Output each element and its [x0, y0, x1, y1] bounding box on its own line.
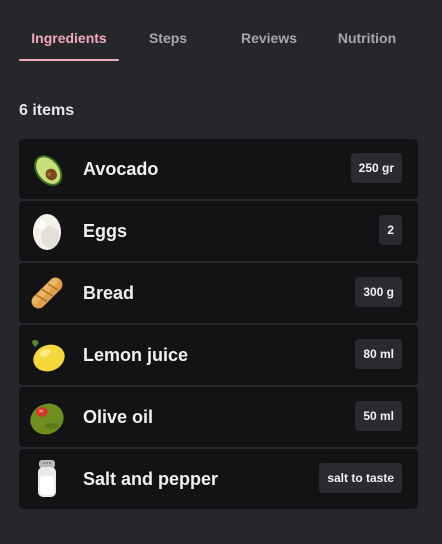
ingredient-row-eggs[interactable]: Eggs 2: [19, 201, 418, 261]
ingredient-row-salt-and-pepper[interactable]: Salt and pepper salt to taste: [19, 449, 418, 509]
tab-nutrition[interactable]: Nutrition: [325, 30, 409, 46]
item-count: 6 items: [19, 102, 75, 119]
tab-steps[interactable]: Steps: [128, 30, 208, 46]
ingredient-row-olive-oil[interactable]: Olive oil 50 ml: [19, 387, 418, 447]
quantity-badge: 2: [379, 215, 402, 245]
active-tab-indicator: [19, 59, 119, 61]
ingredient-row-avocado[interactable]: Avocado 250 gr: [19, 139, 418, 199]
ingredient-name: Avocado: [83, 159, 159, 179]
ingredient-name: Bread: [83, 283, 135, 303]
quantity-badge: 50 ml: [355, 401, 402, 431]
ingredient-row-lemon-juice[interactable]: Lemon juice 80 ml: [19, 325, 418, 385]
quantity-badge: 300 g: [355, 277, 402, 307]
ingredient-row-bread[interactable]: Bread 300 g: [19, 263, 418, 323]
olive-icon: [30, 403, 64, 435]
ingredient-name: Lemon juice: [83, 345, 189, 365]
quantity-badge: 250 gr: [350, 153, 402, 183]
lemon-icon: [32, 339, 65, 372]
avocado-icon: [34, 155, 63, 186]
tab-reviews[interactable]: Reviews: [228, 30, 310, 46]
salt-shaker-icon: [38, 460, 56, 497]
bread-icon: [31, 277, 63, 309]
ingredient-name: Eggs: [83, 221, 128, 241]
ingredient-name: Olive oil: [83, 407, 154, 427]
ingredient-name: Salt and pepper: [83, 469, 219, 489]
egg-icon: [33, 214, 61, 250]
ingredient-list: Avocado 250 gr Eggs 2 Bread 300 g Lemon …: [19, 139, 418, 511]
quantity-badge: 80 ml: [355, 339, 402, 369]
quantity-badge: salt to taste: [319, 463, 402, 493]
tab-ingredients[interactable]: Ingredients: [19, 30, 119, 46]
tab-bar: Ingredients Steps Reviews Nutrition: [0, 0, 442, 64]
